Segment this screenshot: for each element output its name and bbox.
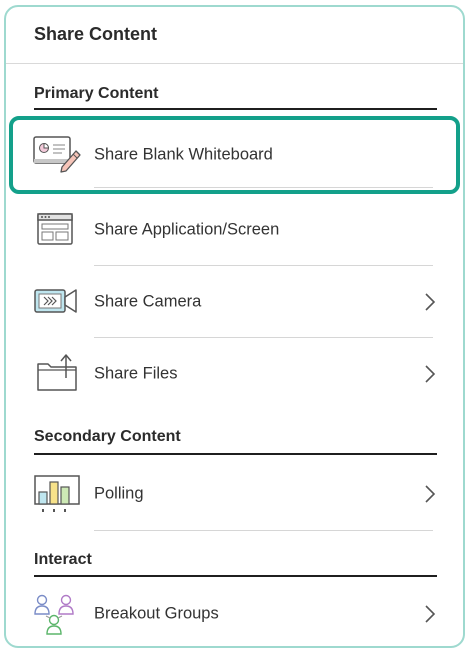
polling-label: Polling: [94, 484, 144, 503]
breakout-groups-item[interactable]: Breakout Groups: [6, 579, 463, 646]
share-blank-whiteboard-item[interactable]: Share Blank Whiteboard: [6, 116, 463, 194]
camera-icon: [32, 280, 82, 324]
polling-item[interactable]: Polling: [6, 457, 463, 531]
section-header-secondary: Secondary Content: [34, 428, 181, 445]
title-divider: [6, 63, 463, 64]
section-header-interact: Interact: [34, 551, 92, 568]
section-rule-primary: [34, 108, 437, 110]
chevron-right-icon: [423, 484, 437, 504]
files-icon: [32, 352, 82, 396]
share-files-label: Share Files: [94, 364, 178, 383]
section-rule-secondary: [34, 453, 437, 455]
chevron-right-icon: [423, 364, 437, 384]
chevron-right-icon: [423, 604, 437, 624]
share-camera-label: Share Camera: [94, 292, 202, 311]
application-screen-icon: [32, 208, 82, 252]
share-files-item[interactable]: Share Files: [6, 338, 463, 410]
share-camera-item[interactable]: Share Camera: [6, 266, 463, 338]
polling-icon: [32, 472, 82, 516]
item-divider: [94, 530, 433, 531]
share-blank-whiteboard-label: Share Blank Whiteboard: [94, 145, 273, 164]
section-rule-interact: [34, 575, 437, 577]
panel-title: Share Content: [34, 24, 158, 44]
share-application-screen-label: Share Application/Screen: [94, 220, 280, 239]
whiteboard-icon: [32, 133, 82, 177]
breakout-groups-icon: [32, 592, 82, 636]
breakout-groups-label: Breakout Groups: [94, 604, 219, 623]
chevron-right-icon: [423, 292, 437, 312]
share-content-panel: Share Content Primary Content Share Blan…: [4, 5, 465, 648]
share-application-screen-item[interactable]: Share Application/Screen: [6, 194, 463, 266]
item-divider: [94, 187, 433, 188]
section-header-primary: Primary Content: [34, 85, 159, 102]
